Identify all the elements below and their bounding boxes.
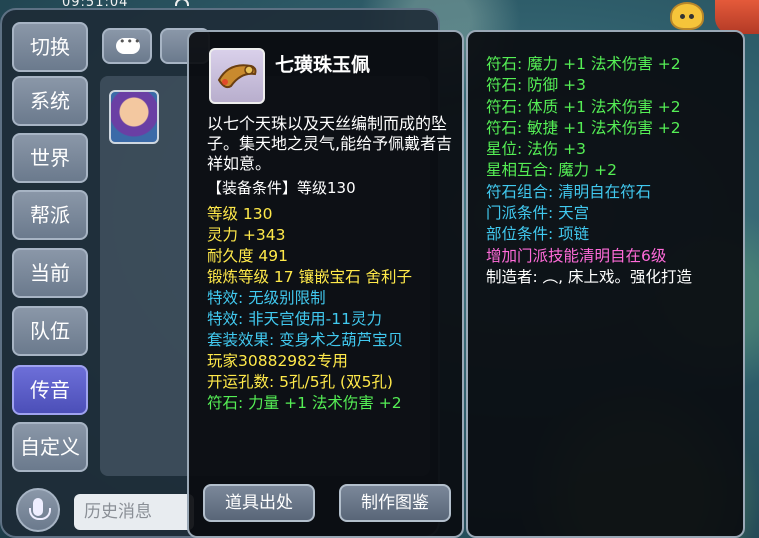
star-combination: 星相互合: 魔力 +2 [486,161,617,180]
rune-agility: 符石: 敏捷 +1 法术伤害 +2 [486,118,681,137]
item-stats: 等级 130 灵力 +343 耐久度 491 锻炼等级 17 镶嵌宝石 舍利子 … [207,204,462,414]
chat-bubble-icon [116,35,141,54]
slot-requirement: 部位条件: 项链 [486,225,590,244]
chat-bubble-tab[interactable] [102,28,152,64]
channel-custom-button[interactable]: 自定义 [12,422,88,472]
rune-constitution: 符石: 体质 +1 法术伤害 +2 [486,97,681,116]
faction-skill-bonus: 增加门派技能清明自在6级 [486,246,667,265]
channel-world-button[interactable]: 世界 [12,133,88,183]
wifi-icon [175,0,189,6]
jade-pendant-icon [209,48,265,104]
stat-rune-1: 符石: 力量 +1 法术伤害 +2 [207,394,402,412]
history-messages-input[interactable]: 历史消息 [74,494,194,530]
stat-set-effect: 套装效果: 变身术之葫芦宝贝 [207,331,404,349]
craft-catalog-button[interactable]: 制作图鉴 [339,484,451,522]
channel-team-button[interactable]: 队伍 [12,306,88,356]
item-name: 七璜珠玉佩 [275,54,371,76]
avatar[interactable] [109,90,159,144]
item-description: 以七个天珠以及天丝编制而成的坠子。集天地之灵气,能给予佩戴者吉祥如意。 [207,114,453,173]
mic-icon[interactable] [16,488,60,532]
stat-forge: 锻炼等级 17 镶嵌宝石 舍利子 [207,268,413,286]
rune-combo: 符石组合: 清明自在符石 [486,182,652,201]
item-requirement: 【装备条件】等级130 [207,179,356,197]
stat-owner: 玩家30882982专用 [207,352,348,370]
cat-face-icon[interactable] [670,2,704,30]
channel-guild-button[interactable]: 帮派 [12,190,88,240]
item-tooltip-panel: 七璜珠玉佩 以七个天珠以及天丝编制而成的坠子。集天地之灵气,能给予佩戴者吉祥如意… [187,30,464,538]
faction-requirement: 门派条件: 天宫 [486,204,590,223]
item-attributes-panel: 符石: 魔力 +1 法术伤害 +2 符石: 防御 +3 符石: 体质 +1 法术… [466,30,745,538]
stat-spirit: 灵力 +343 [207,226,286,244]
rune-magic: 符石: 魔力 +1 法术伤害 +2 [486,55,681,73]
channel-whisper-button[interactable]: 传音 [12,365,88,415]
maker-info: 制造者: ︵, 床上戏。强化打造 [486,267,693,286]
star-position: 星位: 法伤 +3 [486,140,586,159]
item-source-button[interactable]: 道具出处 [203,484,315,522]
stat-durability: 耐久度 491 [207,247,289,265]
stat-effect-2: 特效: 非天宫使用-11灵力 [207,310,382,328]
channel-switch-button[interactable]: 切换 [12,22,88,72]
stat-effect-1: 特效: 无级别限制 [207,289,326,307]
stat-level: 等级 130 [207,205,273,223]
channel-system-button[interactable]: 系统 [12,76,88,126]
player-avatar-corner[interactable] [715,0,759,34]
attribute-list: 符石: 魔力 +1 法术伤害 +2 符石: 防御 +3 符石: 体质 +1 法术… [486,54,741,288]
rune-defense: 符石: 防御 +3 [486,76,586,95]
stat-sockets: 开运孔数: 5孔/5孔 (双5孔) [207,373,393,391]
channel-current-button[interactable]: 当前 [12,248,88,298]
